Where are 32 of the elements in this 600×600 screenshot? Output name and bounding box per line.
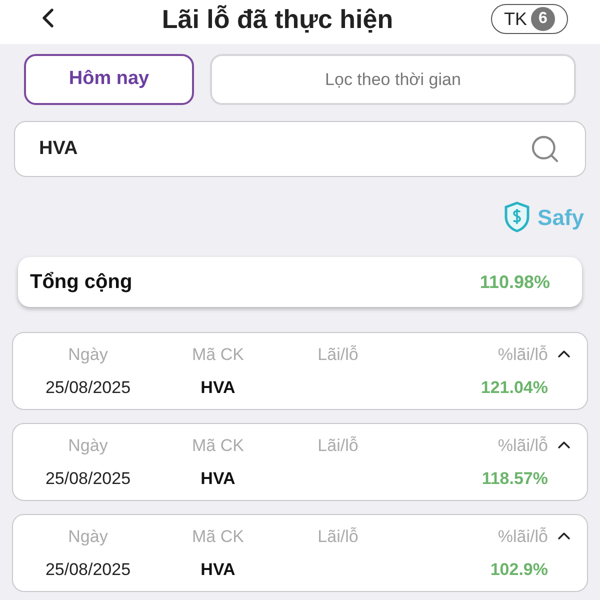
search-field[interactable]: HVA: [14, 121, 586, 177]
stock-code-cell-text: HVA: [200, 559, 236, 581]
column-header: Lãi/lỗ: [316, 526, 360, 548]
search-icon[interactable]: [529, 133, 561, 165]
date-cell-text: 25/08/2025: [44, 559, 132, 581]
percent-cell-text: 102.9%: [489, 559, 548, 581]
stock-code-cell-text: HVA: [200, 377, 236, 399]
total-label: Tổng cộng: [30, 270, 132, 295]
percent-cell-text: 118.57%: [480, 468, 548, 490]
account-count-badge: 6: [530, 7, 555, 31]
total-value: 110.98%: [480, 270, 550, 294]
filter-tab[interactable]: Lọc theo thời gian: [210, 54, 576, 105]
column-header: Mã CK: [191, 344, 245, 366]
brand-logo-text: Safy: [538, 204, 584, 232]
column-header: Mã CK: [191, 526, 245, 548]
stock-code-cell-text: HVA: [200, 468, 236, 490]
percent-cell-text: 121.04%: [480, 377, 548, 399]
column-header: Ngày: [67, 526, 109, 548]
column-header: Lãi/lỗ: [316, 434, 360, 456]
filter-tab[interactable]: Hôm nay: [24, 54, 194, 105]
date-cell-text: 25/08/2025: [44, 377, 132, 399]
shield-dollar-icon: [504, 201, 530, 233]
column-header: %lãi/lỗ: [496, 434, 548, 456]
column-header: Lãi/lỗ: [316, 344, 360, 366]
column-header: %lãi/lỗ: [496, 526, 548, 548]
column-header: Mã CK: [191, 434, 245, 456]
column-header: Ngày: [67, 344, 109, 366]
page-title: Lãi lỗ đã thực hiện: [162, 3, 394, 36]
column-header: %lãi/lỗ: [496, 344, 548, 366]
column-header: Ngày: [67, 434, 109, 456]
account-button[interactable]: TK 6: [490, 4, 568, 34]
date-cell-text: 25/08/2025: [44, 468, 132, 490]
